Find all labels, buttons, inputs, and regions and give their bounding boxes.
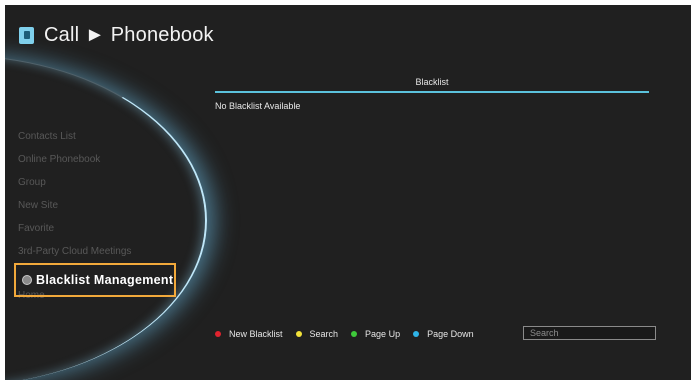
sidebar-item-online-phonebook[interactable]: Online Phonebook [5, 148, 205, 171]
softkey-bar: New Blacklist Search Page Up Page Down [215, 327, 487, 341]
search-button[interactable]: Search [295, 329, 339, 339]
selected-bullet-icon [22, 275, 32, 285]
sidebar-item-label: Blacklist Management [36, 273, 174, 287]
green-dot-icon [351, 331, 358, 337]
page-title: Call ► Phonebook [44, 23, 214, 46]
sidebar-item-group[interactable]: Group [5, 171, 205, 194]
sidebar-item-blacklist-management[interactable]: Blacklist Management [14, 263, 176, 297]
sidebar-item-contacts-list[interactable]: Contacts List [5, 125, 205, 148]
sidebar-item-favorite[interactable]: Favorite [5, 217, 205, 240]
empty-message: No Blacklist Available [215, 101, 301, 111]
page-down-button[interactable]: Page Down [413, 329, 474, 339]
softkey-label: Search [309, 329, 339, 339]
phonebook-icon [19, 26, 34, 44]
search-input[interactable]: Search [523, 326, 656, 340]
sidebar-item-3rd-party-cloud-meetings[interactable]: 3rd-Party Cloud Meetings [5, 240, 205, 263]
blue-dot-icon [413, 331, 420, 337]
new-blacklist-button[interactable]: New Blacklist [215, 329, 283, 339]
sidebar-menu: Contacts List Online Phonebook Group New… [5, 125, 205, 307]
softkey-label: Page Down [427, 329, 474, 339]
tab-blacklist[interactable]: Blacklist [215, 75, 649, 93]
yellow-dot-icon [295, 331, 302, 337]
softkey-label: Page Up [365, 329, 401, 339]
red-dot-icon [215, 331, 221, 337]
page-header: Call ► Phonebook [19, 23, 214, 47]
phonebook-screen: Call ► Phonebook Contacts List Online Ph… [5, 5, 691, 380]
page-up-button[interactable]: Page Up [351, 329, 400, 339]
sidebar-item-new-site[interactable]: New Site [5, 194, 205, 217]
softkey-label: New Blacklist [229, 329, 283, 339]
